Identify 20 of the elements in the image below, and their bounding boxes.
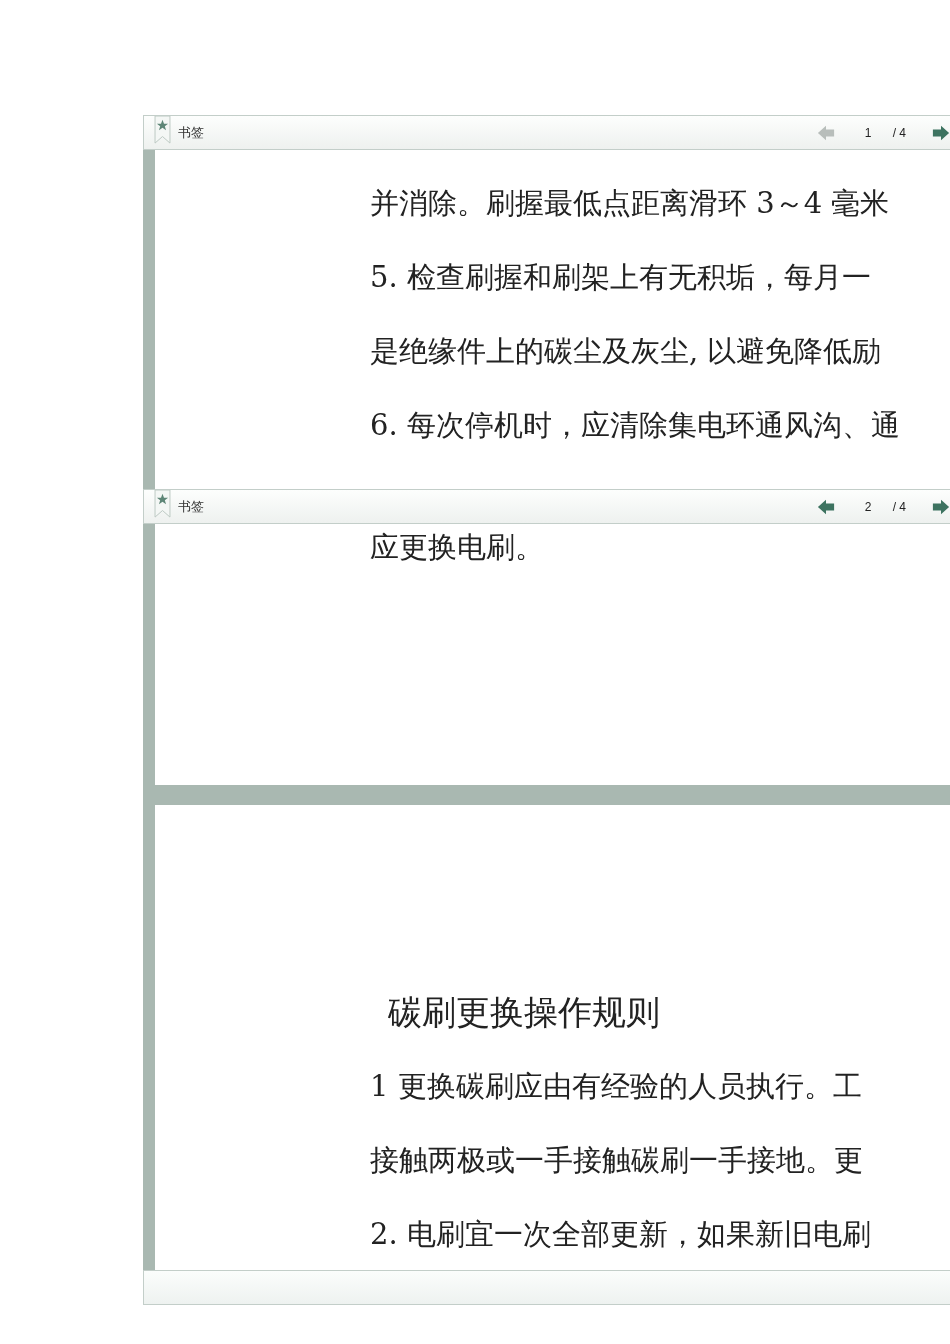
section-heading: 碳刷更换操作规则 [387,991,661,1034]
page-total: / 4 [892,499,906,514]
page-total: / 4 [892,125,906,140]
body-text: 1 更换碳刷应由有经验的人员执行。工 [370,1068,863,1105]
bookmark-star-icon[interactable] [154,116,171,144]
page-number[interactable]: 1 [864,125,885,140]
body-text: 2. 电刷宜一次全部更新，如果新旧电刷 [370,1216,872,1253]
body-text: 接触两极或一手接触碳刷一手接地。更 [370,1142,864,1179]
bookmark-label[interactable]: 书签 [178,123,204,142]
next-page-icon[interactable] [932,123,950,142]
bookmark-label[interactable]: 书签 [178,497,204,516]
bookmark-star-icon[interactable] [154,490,171,518]
body-text: 并消除。刷握最低点距离滑环 3～4 毫米 [370,185,891,222]
body-text: 是绝缘件上的碳尘及灰尘, 以避免降低励 [370,333,883,370]
body-text: 5. 检查刷握和刷架上有无积垢，每月一 [370,259,872,296]
body-text: 应更换电刷。 [370,529,545,566]
previous-page-icon[interactable] [816,497,835,516]
next-page-icon[interactable] [932,497,950,516]
body-text: 6. 每次停机时，应清除集电环通风沟、通 [370,407,901,444]
page-number[interactable]: 2 [864,499,885,514]
